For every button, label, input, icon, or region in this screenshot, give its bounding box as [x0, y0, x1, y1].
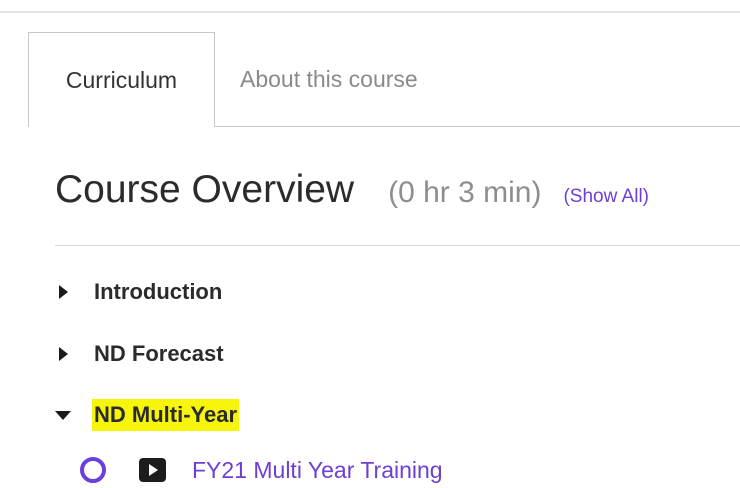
caret-right-icon: [55, 339, 92, 369]
page-title: Course Overview: [55, 168, 355, 211]
lesson-item[interactable]: FY21 Multi Year Training: [80, 452, 443, 488]
section-nd-forecast[interactable]: ND Forecast: [55, 337, 226, 371]
section-introduction[interactable]: Introduction: [55, 275, 224, 309]
top-divider: [0, 11, 740, 13]
section-label: ND Forecast: [94, 341, 224, 366]
section-nd-multi-year[interactable]: ND Multi-Year: [55, 398, 240, 432]
tab-curriculum[interactable]: Curriculum: [28, 32, 215, 127]
section-label: ND Multi-Year: [92, 399, 240, 431]
header-divider: [55, 245, 740, 246]
course-overview-header: Course Overview (0 hr 3 min) (Show All): [55, 168, 649, 228]
progress-ring-icon: [80, 457, 106, 483]
course-duration: (0 hr 3 min): [388, 176, 542, 209]
show-all-link[interactable]: (Show All): [563, 186, 649, 208]
tab-about-course[interactable]: About this course: [214, 32, 474, 127]
section-label: Introduction: [94, 279, 223, 304]
video-play-icon: [139, 458, 166, 482]
course-tabs: Curriculum About this course: [28, 32, 740, 127]
tab-about-course-label: About this course: [240, 66, 418, 92]
lesson-title-link[interactable]: FY21 Multi Year Training: [192, 457, 443, 484]
caret-down-icon: [55, 400, 92, 430]
tab-curriculum-label: Curriculum: [65, 66, 178, 93]
caret-right-icon: [55, 277, 92, 307]
